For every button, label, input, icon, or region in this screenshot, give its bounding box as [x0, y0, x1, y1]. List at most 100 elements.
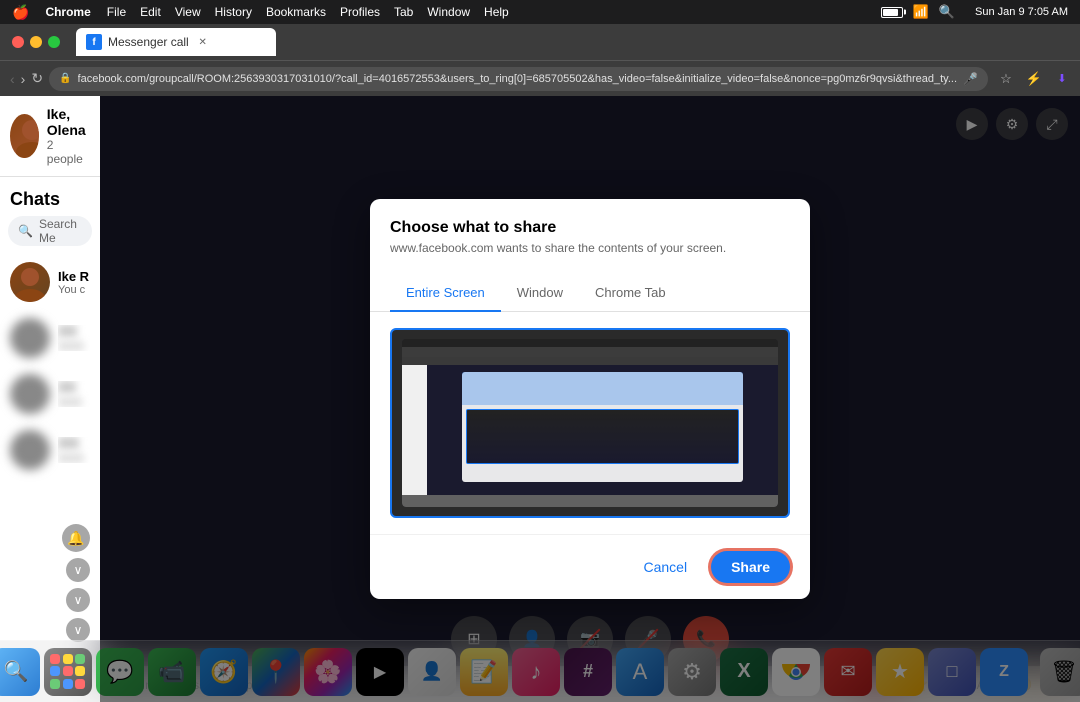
chrome-toolbar: ‹ › ↻ 🔒 facebook.com/groupcall/ROOM:2563…: [0, 60, 1080, 96]
menu-history[interactable]: History: [215, 5, 252, 19]
chevron-down-button-3[interactable]: ∨: [66, 618, 90, 642]
reload-button[interactable]: ↻: [31, 67, 43, 91]
window-close-button[interactable]: [12, 36, 24, 48]
search-messages-bar[interactable]: 🔍 Search Me: [8, 216, 92, 246]
screen-preview-inner: [402, 339, 778, 506]
chevron-down-button-2[interactable]: ∨: [66, 588, 90, 612]
mini-toolbar: [402, 357, 778, 365]
dialog-content: [370, 312, 810, 534]
video-call-area: ▶ ⚙ ⤢ Choose what to share www.facebook.…: [100, 96, 1080, 702]
chat-preview: You c: [58, 284, 90, 296]
dock-finder[interactable]: 🔍: [0, 648, 40, 696]
messenger-sidebar: Ike, Olena 2 people Chats 🔍 Search Me: [0, 96, 100, 702]
browser-window: f Messenger call ✕ ‹ › ↻ 🔒 facebook.com/…: [0, 24, 1080, 702]
menu-edit[interactable]: Edit: [140, 5, 161, 19]
share-dialog-overlay: Choose what to share www.facebook.com wa…: [100, 96, 1080, 702]
battery-icon: [881, 7, 903, 18]
downloads-icon[interactable]: ⬇: [1050, 67, 1074, 91]
browser-tab[interactable]: f Messenger call ✕: [76, 28, 276, 56]
tab-title: Messenger call: [108, 35, 189, 49]
mini-dock-bar: [402, 495, 778, 507]
screen-preview-box[interactable]: [390, 328, 790, 518]
chat-info: [58, 325, 90, 351]
menubar-app-name: Chrome: [45, 5, 90, 19]
chat-name: [58, 325, 77, 337]
share-button[interactable]: Share: [711, 551, 790, 583]
chat-avatar-blurred: [10, 318, 50, 358]
mini-dialog-header: [462, 372, 743, 405]
mini-dialog-inner: [462, 372, 743, 482]
tab-window[interactable]: Window: [501, 275, 579, 312]
messenger-contact-sub: 2 people: [47, 138, 90, 166]
menu-file[interactable]: File: [107, 5, 126, 19]
main-content: Ike, Olena 2 people Chats 🔍 Search Me: [0, 96, 1080, 702]
chat-avatar-blurred: [10, 430, 50, 470]
chat-preview: [58, 453, 84, 463]
chat-preview: [58, 341, 84, 351]
menubar-items: File Edit View History Bookmarks Profile…: [107, 5, 509, 19]
chevron-down-button-1[interactable]: ∨: [66, 558, 90, 582]
dialog-title: Choose what to share: [390, 219, 790, 237]
messenger-header: Ike, Olena 2 people: [0, 96, 100, 177]
apple-logo-icon[interactable]: 🍎: [12, 4, 29, 21]
share-dialog: Choose what to share www.facebook.com wa…: [370, 199, 810, 599]
tab-chrome-tab[interactable]: Chrome Tab: [579, 275, 682, 312]
cancel-button[interactable]: Cancel: [629, 551, 701, 583]
dialog-tabs: Entire Screen Window Chrome Tab: [370, 275, 810, 312]
chrome-titlebar: f Messenger call ✕: [0, 24, 1080, 60]
forward-button[interactable]: ›: [21, 67, 26, 91]
lock-icon: 🔒: [59, 73, 71, 84]
chat-item[interactable]: [0, 310, 100, 366]
menubar-right: 📶 🔍 Sun Jan 9 7:05 AM: [881, 4, 1068, 20]
chat-item[interactable]: Ike R You c: [0, 254, 100, 310]
chat-avatar: [10, 262, 50, 302]
bookmark-star-icon[interactable]: ☆: [994, 67, 1018, 91]
menu-bookmarks[interactable]: Bookmarks: [266, 5, 326, 19]
menu-view[interactable]: View: [175, 5, 201, 19]
chat-info: [58, 437, 90, 463]
extensions-icon[interactable]: ⚡: [1022, 67, 1046, 91]
search-icon[interactable]: 🔍: [939, 4, 955, 20]
dock-launchpad[interactable]: [44, 648, 92, 696]
address-text: facebook.com/groupcall/ROOM:256393031703…: [78, 73, 958, 85]
chat-info: [58, 381, 90, 407]
header-avatar: [10, 114, 39, 158]
chat-item[interactable]: [0, 366, 100, 422]
messenger-header-info: Ike, Olena 2 people: [47, 106, 90, 166]
mac-menubar: 🍎 Chrome File Edit View History Bookmark…: [0, 0, 1080, 24]
notification-bell-button[interactable]: 🔔: [62, 524, 90, 552]
wifi-icon: 📶: [913, 4, 929, 20]
back-button[interactable]: ‹: [10, 67, 15, 91]
mic-icon[interactable]: 🎤: [963, 72, 978, 86]
dialog-subtitle: www.facebook.com wants to share the cont…: [390, 241, 790, 255]
messenger-contact-name: Ike, Olena: [47, 106, 90, 138]
menu-help[interactable]: Help: [484, 5, 509, 19]
chat-preview: [58, 397, 82, 407]
dialog-footer: Cancel Share: [370, 534, 810, 599]
chat-avatar-blurred: [10, 374, 50, 414]
tab-entire-screen[interactable]: Entire Screen: [390, 275, 501, 312]
mini-screen-content: [467, 410, 738, 463]
menu-profiles[interactable]: Profiles: [340, 5, 380, 19]
chat-name: [58, 437, 79, 449]
chat-item[interactable]: [0, 422, 100, 478]
address-bar[interactable]: 🔒 facebook.com/groupcall/ROOM:2563930317…: [49, 67, 988, 91]
window-minimize-button[interactable]: [30, 36, 42, 48]
chat-name: Ike R: [58, 269, 90, 284]
window-controls: [12, 36, 60, 48]
menubar-left: 🍎 Chrome File Edit View History Bookmark…: [12, 4, 509, 21]
mini-browser: [402, 347, 778, 506]
chat-name: [58, 381, 76, 393]
mini-menubar: [402, 339, 778, 347]
window-maximize-button[interactable]: [48, 36, 60, 48]
mini-sidebar-inner: [402, 365, 427, 494]
chat-info: Ike R You c: [58, 269, 90, 296]
toolbar-icons: ☆ ⚡ ⬇ ⚑ I ⋮: [994, 66, 1080, 92]
chats-label: Chats: [0, 177, 100, 216]
dialog-header: Choose what to share www.facebook.com wa…: [370, 199, 810, 263]
chat-list: Ike R You c: [0, 254, 100, 516]
menu-tab[interactable]: Tab: [394, 5, 413, 19]
mini-tabbar: [402, 347, 778, 357]
menu-window[interactable]: Window: [427, 5, 470, 19]
tab-close-button[interactable]: ✕: [195, 34, 211, 50]
